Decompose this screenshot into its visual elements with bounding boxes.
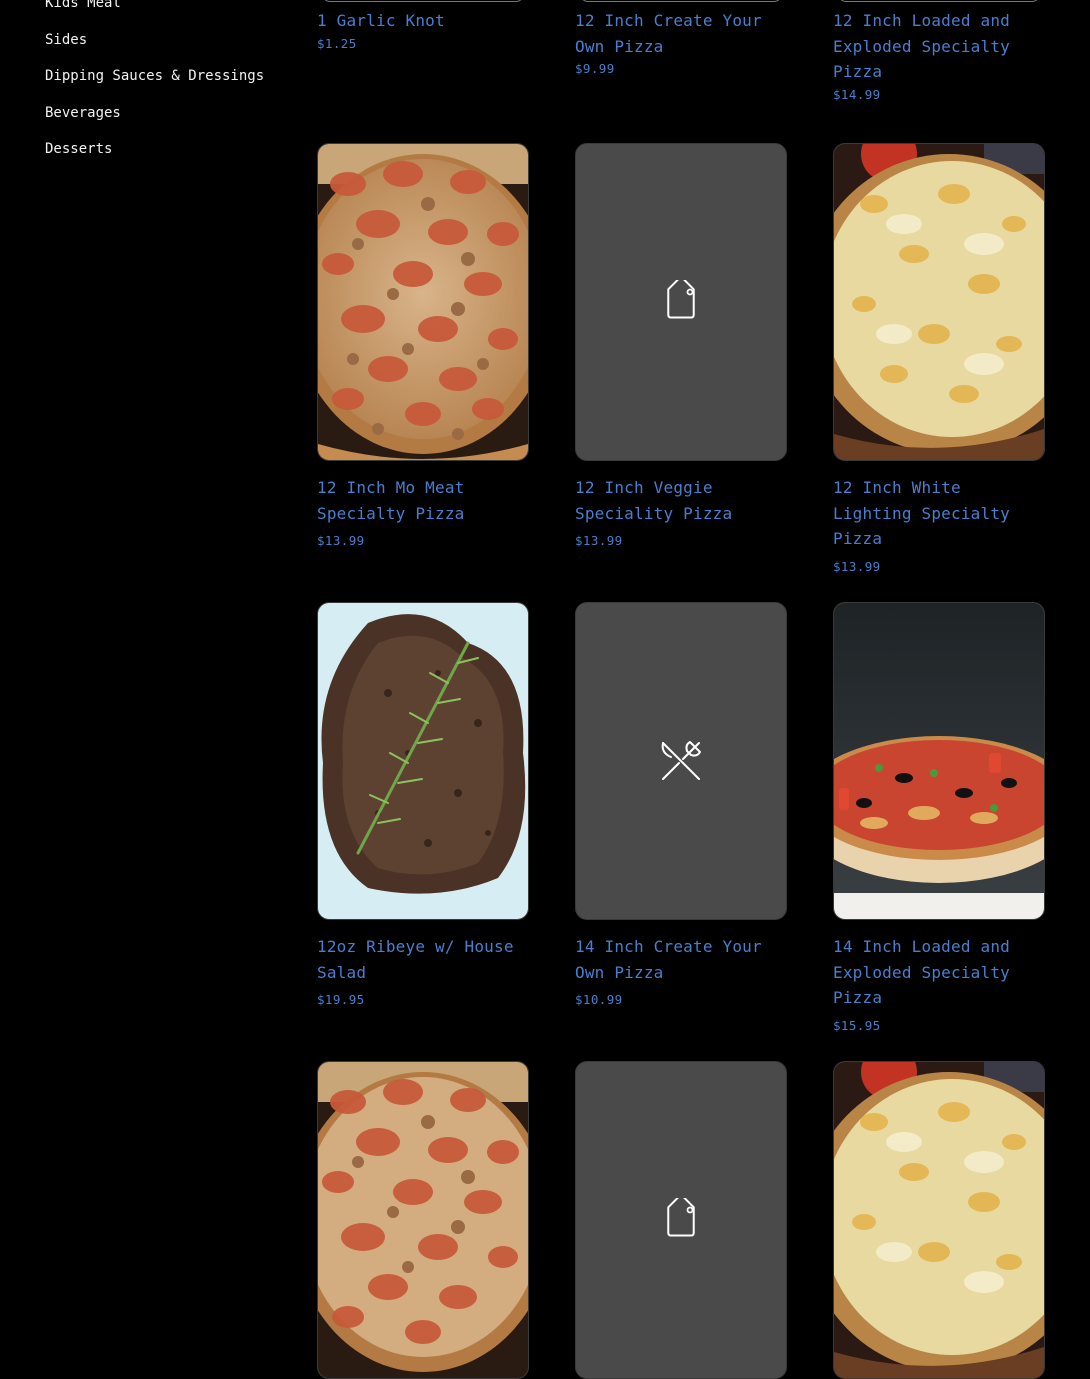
product-image[interactable]	[833, 602, 1045, 920]
sidebar-item-desserts[interactable]: Desserts	[45, 139, 285, 159]
product-price: $15.95	[833, 1017, 881, 1033]
category-sidebar: Kids Meal Sides Dipping Sauces & Dressin…	[45, 0, 285, 176]
product-image-edge	[580, 0, 782, 2]
product-image[interactable]	[317, 602, 529, 920]
sidebar-item-beverages[interactable]: Beverages	[45, 103, 285, 123]
product-card[interactable]: 12 Inch Mo Meat Specialty Pizza $13.99	[317, 143, 529, 550]
product-image[interactable]	[317, 1061, 529, 1379]
product-card[interactable]: 1 Garlic Knot $1.25	[317, 0, 529, 53]
sidebar-item-sides[interactable]: Sides	[45, 30, 285, 50]
product-price: $10.99	[575, 992, 623, 1007]
product-name[interactable]: 12 Inch Create Your Own Pizza	[575, 8, 787, 59]
loaded-pizza-image	[834, 603, 1044, 919]
utensils-icon	[661, 741, 701, 780]
tag-icon	[667, 280, 695, 319]
white-cheese-pizza-image	[834, 144, 1044, 460]
product-card[interactable]: 14 Inch Loaded and Exploded Specialty Pi…	[833, 602, 1045, 1035]
product-card[interactable]: 12 Inch Veggie Speciality Pizza $13.99	[575, 143, 787, 550]
product-image[interactable]	[317, 143, 529, 461]
product-name[interactable]: 12 Inch Mo Meat Specialty Pizza	[317, 475, 529, 526]
product-grid: 1 Garlic Knot $1.25 12 Inch Create Your …	[317, 0, 1045, 1379]
ribeye-steak-image	[318, 603, 528, 919]
product-image-placeholder[interactable]	[575, 602, 787, 920]
product-name[interactable]: 12 Inch Veggie Speciality Pizza	[575, 475, 787, 526]
product-card[interactable]: 12 Inch White Lighting Specialty Pizza $…	[833, 143, 1045, 576]
product-price: $13.99	[833, 558, 881, 574]
product-price: $1.25	[317, 35, 357, 51]
product-card[interactable]	[575, 1061, 787, 1379]
product-card[interactable]: 12oz Ribeye w/ House Salad $19.95	[317, 602, 529, 1009]
product-image-placeholder[interactable]	[575, 143, 787, 461]
product-name[interactable]: 1 Garlic Knot	[317, 8, 529, 34]
product-image-edge	[838, 0, 1040, 2]
product-price: $19.95	[317, 992, 365, 1007]
product-card[interactable]	[317, 1061, 529, 1379]
product-image-placeholder[interactable]	[575, 1061, 787, 1379]
product-name[interactable]: 12 Inch White Lighting Specialty Pizza	[833, 475, 1045, 552]
product-name[interactable]: 14 Inch Loaded and Exploded Specialty Pi…	[833, 934, 1045, 1011]
product-card[interactable]: 12 Inch Loaded and Exploded Specialty Pi…	[833, 0, 1045, 104]
product-price: $9.99	[575, 61, 615, 76]
product-card[interactable]: 12 Inch Create Your Own Pizza $9.99	[575, 0, 787, 78]
sidebar-item-kids-meal[interactable]: Kids Meal	[45, 0, 285, 13]
sidebar-item-dipping-sauces[interactable]: Dipping Sauces & Dressings	[45, 66, 285, 86]
product-price: $13.99	[317, 533, 365, 548]
product-card[interactable]: 14 Inch Create Your Own Pizza $10.99	[575, 602, 787, 1009]
product-image[interactable]	[833, 1061, 1045, 1379]
product-image-edge	[322, 0, 524, 2]
pepperoni-sausage-pizza-image	[318, 1062, 528, 1378]
tag-icon	[667, 1198, 695, 1237]
product-card[interactable]	[833, 1061, 1045, 1379]
product-price: $13.99	[575, 533, 623, 548]
product-name[interactable]: 14 Inch Create Your Own Pizza	[575, 934, 787, 985]
product-price: $14.99	[833, 86, 881, 102]
pepperoni-sausage-pizza-image	[318, 144, 528, 460]
product-name[interactable]: 12oz Ribeye w/ House Salad	[317, 934, 529, 985]
product-image[interactable]	[833, 143, 1045, 461]
product-name[interactable]: 12 Inch Loaded and Exploded Specialty Pi…	[833, 8, 1045, 85]
white-cheese-pizza-image	[834, 1062, 1044, 1378]
